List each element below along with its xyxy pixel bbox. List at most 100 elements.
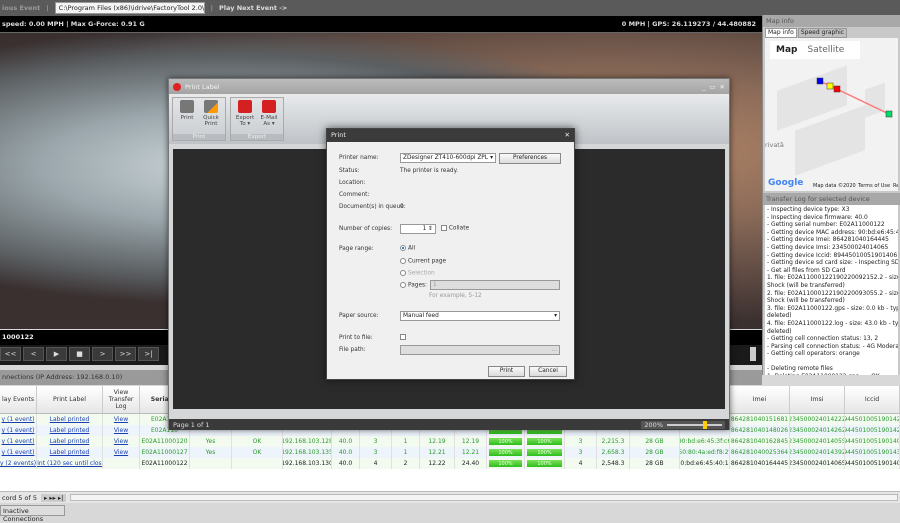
cell: 234500024014392 <box>790 449 845 456</box>
print-label-link[interactable]: Label printed <box>50 449 90 456</box>
printer-select[interactable]: ZDesigner ZT410-600dpi ZPL ▾ <box>400 153 496 163</box>
collate-checkbox[interactable]: Collate <box>441 225 469 232</box>
map-place-label: rivată <box>765 141 784 149</box>
table-cell: 28 GB <box>630 447 680 458</box>
table-cell[interactable]: y (1 event) <box>0 414 37 425</box>
table-cell[interactable]: Print (120 sec until close) <box>37 458 103 469</box>
file-path-field[interactable]: C:\Program Files (x86)\idrive\FactoryToo… <box>54 2 205 14</box>
print-label-link[interactable]: Print (120 sec until close) <box>37 460 102 467</box>
table-cell: 2,548.3 <box>597 458 630 469</box>
rewind-button[interactable]: << <box>0 347 21 361</box>
paper-source-select[interactable]: Manual feed ▾ <box>400 311 560 321</box>
tab-inactive-connections[interactable]: Inactive Connections <box>0 505 65 523</box>
step-back-button[interactable]: < <box>23 347 44 361</box>
volume-slider[interactable] <box>750 347 756 361</box>
play-events-link[interactable]: y (2 events) <box>0 460 36 467</box>
table-cell: 3 <box>360 447 392 458</box>
play-events-link[interactable]: y (1 event) <box>2 416 35 423</box>
progress-bar: 100% <box>488 438 523 445</box>
table-cell: 192.168.103.128 <box>283 436 332 447</box>
cell: 3 <box>373 438 378 445</box>
table-cell[interactable]: Label printed <box>37 447 103 458</box>
report-link[interactable]: Re <box>893 183 898 189</box>
cell: 864281040151681 <box>730 416 789 423</box>
cell: OK <box>252 449 262 456</box>
pager-nav-buttons[interactable]: ▸ ▸▸ ▸| <box>40 493 67 502</box>
table-row[interactable]: y (1 event) Label printed View E02A11000120… <box>0 436 900 447</box>
table-cell: 24.40 <box>455 458 487 469</box>
telemetry-bar: speed: 0.00 MPH | Max G-Force: 0.91 G 0 … <box>0 16 762 33</box>
email-button[interactable]: E-Mail As ▾ <box>258 100 280 127</box>
view-log-link[interactable]: View <box>114 438 128 445</box>
column-header[interactable]: Imsi <box>790 386 845 413</box>
cell: 40.0 <box>338 438 353 445</box>
table-cell[interactable] <box>103 458 140 469</box>
column-header[interactable]: Imei <box>730 386 790 413</box>
log-line: - Inspecting device type: X3 <box>767 207 850 213</box>
fast-forward-button[interactable]: >> <box>115 347 136 361</box>
tab-speed-graphic[interactable]: Speed graphic <box>797 28 848 38</box>
table-cell[interactable]: View <box>103 447 140 458</box>
print-confirm-button[interactable]: Print <box>488 366 525 377</box>
table-row[interactable]: y (2 events)Print (120 sec until close) E… <box>0 458 900 469</box>
column-header[interactable]: Iccid <box>845 386 900 413</box>
play-button[interactable]: ▶ <box>46 347 67 361</box>
skip-end-button[interactable]: >| <box>138 347 159 361</box>
play-events-link[interactable]: y (1 event) <box>2 449 35 456</box>
radio-current-page[interactable]: Current page <box>400 258 446 265</box>
close-button[interactable]: ✕ <box>720 83 725 91</box>
cancel-button[interactable]: Cancel <box>529 366 567 377</box>
column-header[interactable]: Print Label <box>37 386 103 413</box>
print-to-file-checkbox[interactable] <box>400 334 406 341</box>
table-cell[interactable]: y (1 event) <box>0 436 37 447</box>
table-cell[interactable]: Label printed <box>37 425 103 436</box>
speed-readout: speed: 0.00 MPH | Max G-Force: 0.91 G <box>2 20 145 28</box>
minimize-button[interactable]: _ <box>702 83 705 91</box>
terms-link[interactable]: Terms of Use <box>858 183 890 189</box>
table-row[interactable]: y (1 event) Label printed View E02A11000127… <box>0 447 900 458</box>
radio-pages[interactable]: Pages: <box>400 282 427 289</box>
view-log-link[interactable]: View <box>114 416 128 423</box>
table-cell[interactable]: Label printed <box>37 436 103 447</box>
dialog-close-button[interactable]: ✕ <box>565 131 570 140</box>
table-cell[interactable]: View <box>103 425 140 436</box>
table-cell[interactable]: y (2 events) <box>0 458 37 469</box>
print-label-link[interactable]: Label printed <box>50 427 90 434</box>
previous-event-button[interactable]: ious Event <box>2 4 40 12</box>
export-button[interactable]: Export To ▾ <box>234 100 256 127</box>
play-events-link[interactable]: y (1 event) <box>2 427 35 434</box>
column-header[interactable]: lay Events <box>0 386 37 413</box>
table-cell: 89445010051901422 <box>845 414 900 425</box>
view-log-link[interactable]: View <box>114 449 128 456</box>
view-log-link[interactable]: View <box>114 427 128 434</box>
pages-input[interactable]: 1 <box>430 280 560 290</box>
print-label-link[interactable]: Label printed <box>50 438 90 445</box>
play-next-event-button[interactable]: Play Next Event -> <box>219 4 287 12</box>
preferences-button[interactable]: Preferences <box>499 153 561 164</box>
step-forward-button[interactable]: > <box>92 347 113 361</box>
maximize-button[interactable]: ▭ <box>709 83 715 91</box>
log-line: 1. file: E02A11000122190220092152.2 - si… <box>767 275 898 282</box>
tab-map-info[interactable]: Map info <box>765 28 797 38</box>
stop-button[interactable]: ■ <box>69 347 90 361</box>
play-events-link[interactable]: y (1 event) <box>2 438 35 445</box>
map-view[interactable]: Map Satellite rivată Google Map data ©20… <box>765 38 898 191</box>
table-cell[interactable]: y (1 event) <box>0 447 37 458</box>
cell: 192.168.103.130 <box>283 460 332 467</box>
quick-print-button[interactable]: Quick Print <box>200 100 222 127</box>
print-button[interactable]: Print <box>176 100 198 127</box>
column-header[interactable]: View Transfer Log <box>103 386 140 413</box>
print-label-link[interactable]: Label printed <box>50 416 90 423</box>
gps-readout: 0 MPH | GPS: 26.119273 / 44.480882 <box>621 20 756 28</box>
table-cell: 100% <box>487 447 525 458</box>
copies-stepper[interactable]: 1 ⇕ <box>400 224 436 234</box>
table-cell[interactable]: View <box>103 436 140 447</box>
table-cell[interactable]: y (1 event) <box>0 425 37 436</box>
zoom-slider[interactable] <box>667 420 722 429</box>
table-cell[interactable]: View <box>103 414 140 425</box>
table-cell[interactable]: Label printed <box>37 414 103 425</box>
table-cell: 234500024014392 <box>790 447 845 458</box>
radio-all[interactable]: All <box>400 245 415 252</box>
table-cell: 90:bd:e6:45:40:16 <box>680 458 730 469</box>
horizontal-scrollbar[interactable] <box>70 494 898 501</box>
